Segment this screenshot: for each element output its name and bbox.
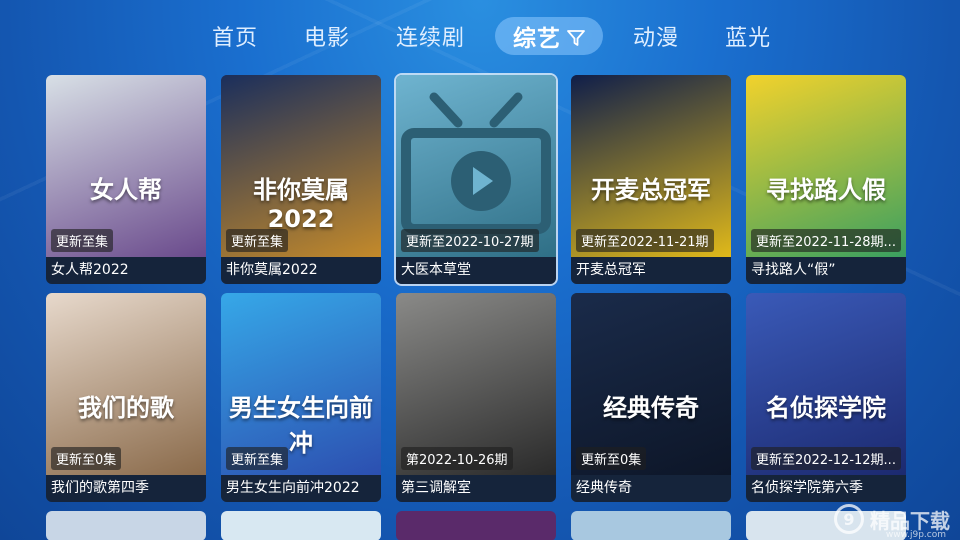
filter-icon[interactable] <box>567 27 585 46</box>
tab-anime[interactable]: 动漫 <box>617 16 695 56</box>
media-card[interactable] <box>396 511 556 540</box>
card-title: 我们的歌第四季 <box>46 475 206 502</box>
watermark-url: www.j9p.com <box>885 530 946 540</box>
media-card[interactable]: 男生女生向前冲 更新至集 男生女生向前冲2022 <box>221 293 381 502</box>
update-badge: 更新至2022-11-21期 <box>576 229 714 252</box>
tab-home[interactable]: 首页 <box>196 16 274 56</box>
poster-logo: 非你莫属 2022 <box>253 176 349 233</box>
tab-label: 首页 <box>212 26 259 51</box>
tab-bluray[interactable]: 蓝光 <box>709 16 787 56</box>
poster-logo: 女人帮 <box>90 176 162 204</box>
update-badge: 更新至2022-11-28期... <box>751 229 901 252</box>
media-card[interactable]: 名侦探学院更新至2022-12-12期... 名侦探学院第六季 <box>746 293 906 502</box>
tab-label: 连续剧 <box>396 26 466 51</box>
update-badge: 更新至集 <box>51 229 114 252</box>
media-card[interactable] <box>46 511 206 540</box>
card-title: 大医本草堂 <box>396 257 556 284</box>
update-badge: 更新至集 <box>226 447 289 470</box>
poster-logo: 我们的歌 <box>78 394 174 422</box>
poster-logo: 开麦总冠军 <box>591 176 711 204</box>
tab-label: 蓝光 <box>725 26 772 51</box>
media-card[interactable]: 第2022-10-26期第三调解室 <box>396 293 556 502</box>
watermark-logo-icon: 9 <box>834 504 864 534</box>
tab-label: 电影 <box>304 26 351 51</box>
card-title: 男生女生向前冲2022 <box>221 475 381 502</box>
media-card[interactable]: 非你莫属 2022 更新至集非你莫属2022 <box>221 75 381 284</box>
card-title: 女人帮2022 <box>46 257 206 284</box>
media-card[interactable]: 经典传奇 更新至0集 经典传奇 <box>571 293 731 502</box>
update-badge: 更新至集 <box>226 229 289 252</box>
tab-series[interactable]: 连续剧 <box>380 16 481 56</box>
media-card[interactable]: 开麦总冠军 更新至2022-11-21期 开麦总冠军 <box>571 75 731 284</box>
media-card[interactable] <box>571 511 731 540</box>
media-card[interactable]: 更新至2022-10-27期大医本草堂 <box>396 75 556 284</box>
update-badge: 第2022-10-26期 <box>401 447 513 470</box>
card-title: 开麦总冠军 <box>571 257 731 284</box>
media-card[interactable]: 寻找路人假更新至2022-11-28期... 寻找路人“假” <box>746 75 906 284</box>
update-badge: 更新至0集 <box>51 447 122 470</box>
media-card[interactable]: 女人帮更新至集女人帮2022 <box>46 75 206 284</box>
card-title: 非你莫属2022 <box>221 257 381 284</box>
tab-variety[interactable]: 综艺 <box>495 17 604 55</box>
top-nav: 首页 电影 连续剧 综艺 动漫 蓝光 <box>0 14 960 58</box>
update-badge: 更新至2022-12-12期... <box>751 447 901 470</box>
poster-logo: 名侦探学院 <box>766 394 886 422</box>
tab-label: 综艺 <box>513 26 562 52</box>
media-card[interactable]: 我们的歌更新至0集我们的歌第四季 <box>46 293 206 502</box>
media-card[interactable] <box>221 511 381 540</box>
tab-movies[interactable]: 电影 <box>288 16 366 56</box>
poster-logo: 寻找路人假 <box>766 176 886 204</box>
update-badge: 更新至2022-10-27期 <box>401 229 539 252</box>
card-title: 名侦探学院第六季 <box>746 475 906 502</box>
card-title: 第三调解室 <box>396 475 556 502</box>
poster-logo: 经典传奇 <box>603 394 699 422</box>
tab-label: 动漫 <box>633 26 680 51</box>
card-title: 经典传奇 <box>571 475 731 502</box>
update-badge: 更新至0集 <box>576 447 647 470</box>
card-title: 寻找路人“假” <box>746 257 906 284</box>
